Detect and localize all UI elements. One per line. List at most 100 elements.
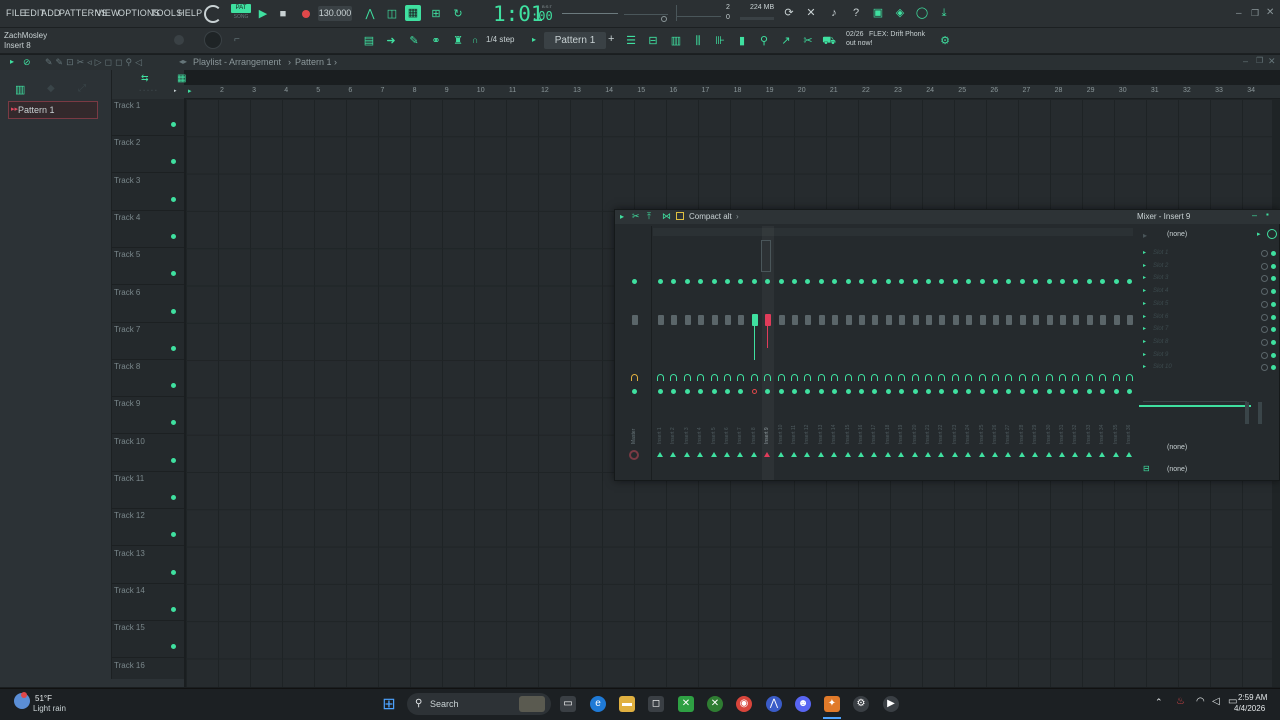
track-mute-led[interactable]	[171, 606, 176, 612]
track-header[interactable]: Track 5	[112, 248, 184, 286]
mixer-strip[interactable]: Insert 6	[722, 226, 734, 480]
slot-mix-knob[interactable]	[1261, 338, 1268, 346]
mixer-strip[interactable]: Insert 34	[1097, 226, 1109, 480]
playlist-paint-icon[interactable]: ⊘	[23, 57, 31, 68]
volume-fader[interactable]	[912, 315, 919, 325]
pan-knob[interactable]	[765, 279, 771, 284]
volume-fader[interactable]	[872, 315, 879, 325]
pan-knob[interactable]	[1046, 279, 1052, 284]
playlist-tools-icon[interactable]: ✎✎⊡✂◃▷◻◻⚲◁	[45, 57, 145, 68]
effect-slot[interactable]: ▸ Slot 2	[1143, 261, 1277, 273]
stereo-separation-icon[interactable]	[737, 374, 745, 381]
stereo-separation-icon[interactable]	[777, 374, 785, 381]
mute-led[interactable]	[939, 389, 945, 394]
news-subtitle[interactable]: out now!	[846, 40, 872, 47]
track-mute-led[interactable]	[171, 233, 176, 239]
pan-knob[interactable]	[805, 279, 811, 284]
mixer-strip[interactable]: Insert 15	[843, 226, 855, 480]
pan-knob[interactable]	[725, 279, 730, 284]
pan-knob[interactable]	[859, 279, 864, 284]
shop-icon[interactable]: ⛟	[821, 33, 837, 49]
mute-led[interactable]	[1033, 389, 1039, 394]
volume-fader[interactable]	[952, 315, 959, 325]
send-arrow-icon[interactable]	[1126, 452, 1132, 457]
slot-enable-led[interactable]	[1271, 263, 1276, 269]
mixer-strip[interactable]: Insert 32	[1070, 226, 1082, 480]
track-mute-led[interactable]	[171, 345, 176, 351]
slot-enable-led[interactable]	[1271, 276, 1276, 282]
pin-icon[interactable]: ⌐	[234, 34, 240, 45]
sample-icon[interactable]: ✂	[800, 33, 816, 49]
pan-knob[interactable]	[1127, 279, 1132, 284]
pan-knob[interactable]	[658, 279, 663, 284]
snap-step[interactable]: 1/4 step	[486, 35, 514, 44]
playlist-menu-icon[interactable]: ▸	[10, 57, 14, 66]
save-icon[interactable]: ▣	[870, 5, 886, 21]
pan-knob[interactable]	[1060, 279, 1065, 284]
wait-input-icon[interactable]: ◫	[384, 6, 400, 22]
pan-knob[interactable]	[926, 279, 931, 284]
mute-led[interactable]	[1060, 389, 1065, 394]
stereo-separation-icon[interactable]	[911, 374, 919, 381]
mixer-strip[interactable]: Insert 11	[789, 226, 801, 480]
track-mute-led[interactable]	[171, 644, 176, 650]
pitch-handle-icon[interactable]	[661, 16, 667, 22]
eq-preset[interactable]: (none)	[1167, 444, 1187, 451]
menu-file[interactable]: FILE	[6, 8, 26, 18]
mixer-close-icon[interactable]: ▪	[1266, 210, 1269, 219]
send-arrow-icon[interactable]	[884, 452, 891, 457]
volume-fader[interactable]	[939, 315, 946, 325]
send-arrow-icon[interactable]	[1099, 452, 1106, 457]
send-arrow-icon[interactable]	[911, 452, 918, 457]
mute-led[interactable]	[845, 389, 851, 394]
track-mute-led[interactable]	[171, 457, 176, 463]
volume-fader[interactable]	[778, 315, 785, 325]
mute-led[interactable]	[1127, 389, 1132, 394]
stereo-separation-icon[interactable]	[898, 374, 906, 381]
news-gear-icon[interactable]: ⚙	[937, 33, 953, 49]
volume-fader[interactable]	[845, 315, 852, 325]
insert-power-icon[interactable]	[1267, 229, 1277, 239]
send-arrow-icon[interactable]	[1018, 452, 1025, 457]
mixer-strip[interactable]: Insert 36	[1124, 226, 1136, 480]
stereo-separation-icon[interactable]	[992, 374, 999, 381]
pan-knob[interactable]	[1033, 279, 1039, 284]
picker-grid-icon[interactable]: ▥	[15, 83, 25, 96]
main-volume-knob[interactable]	[204, 31, 222, 49]
stereo-separation-icon[interactable]	[871, 374, 879, 381]
stereo-separation-icon[interactable]	[844, 374, 852, 381]
volume-fader[interactable]	[792, 315, 798, 325]
link-icon[interactable]: ⚭	[428, 33, 444, 49]
track-header[interactable]: Track 1	[112, 99, 184, 136]
script-icon[interactable]: ↗	[778, 33, 794, 49]
pan-knob[interactable]	[818, 279, 824, 284]
stereo-separation-icon[interactable]	[1059, 374, 1066, 381]
playlist-restore-icon[interactable]: ❐	[1256, 56, 1263, 65]
slot-mix-knob[interactable]	[1261, 326, 1268, 334]
volume-fader[interactable]	[1113, 315, 1120, 325]
mixer-strip[interactable]: Insert 33	[1084, 226, 1096, 480]
send-arrow-icon[interactable]	[657, 452, 663, 457]
mixer-strip[interactable]: Insert 3	[682, 226, 694, 480]
effect-slot[interactable]: ▸ Slot 1	[1143, 248, 1277, 260]
volume-fader[interactable]	[658, 315, 664, 325]
draw-icon[interactable]: ✎	[406, 33, 422, 49]
pattern-selector[interactable]: Pattern 1	[544, 32, 606, 49]
send-arrow-icon[interactable]	[697, 452, 704, 457]
master-send-knob[interactable]	[629, 450, 639, 460]
mixer-strip[interactable]: Insert 35	[1111, 226, 1123, 480]
help-icon[interactable]: ?	[848, 5, 864, 21]
record-icon[interactable]	[302, 10, 310, 18]
mixer-strip[interactable]: Insert 9	[761, 226, 775, 480]
effect-slot[interactable]: ▸ Slot 5	[1143, 299, 1277, 311]
send-arrow-icon[interactable]	[951, 452, 958, 457]
mixer-strip[interactable]: Insert 5	[709, 226, 721, 480]
pan-knob[interactable]	[885, 279, 891, 284]
add-pattern-icon[interactable]: +	[608, 33, 614, 45]
chat-icon[interactable]: ◯	[914, 5, 930, 21]
volume-fader[interactable]	[1073, 315, 1080, 325]
stereo-separation-icon[interactable]	[951, 374, 959, 381]
volume-fader[interactable]	[1019, 315, 1026, 325]
volume-fader[interactable]	[765, 314, 772, 326]
send-arrow-icon[interactable]	[737, 452, 744, 457]
